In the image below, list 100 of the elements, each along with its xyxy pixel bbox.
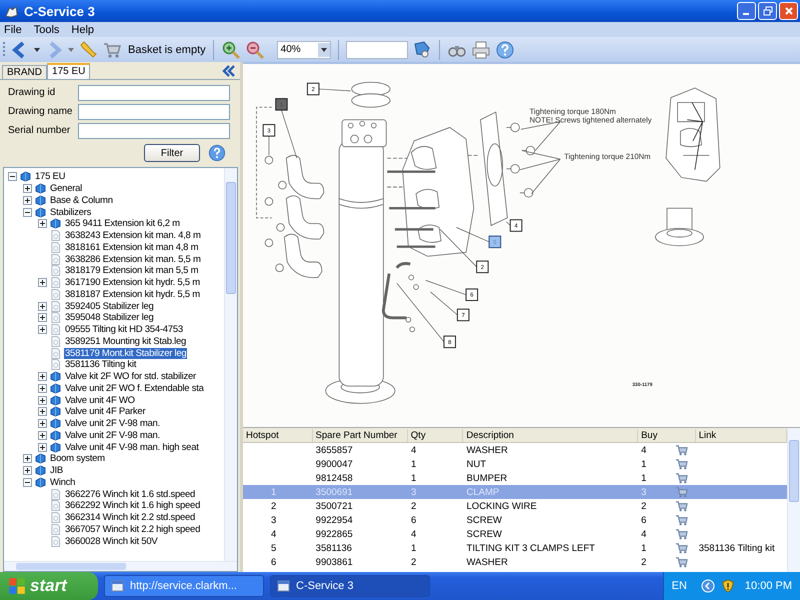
table-cell-text: 2 [410,500,418,512]
table-cell-text: WASHER [466,556,509,568]
table-cell-text: SCREW [466,514,503,526]
table-row[interactable]: 3 9922954 6 SCREW 6 [243,513,787,527]
tree-item[interactable]: Winch [49,476,76,488]
tree-item[interactable]: Base & Column [49,194,114,206]
table-cell-text: 3500691 [314,486,354,498]
table-cell-text: 9900047 [314,458,354,470]
tree-item[interactable]: 3638286 Extension kit man. 5,5 m [64,254,202,265]
tree-item[interactable]: 3592405 Stabilizer leg [64,300,155,312]
tree-item[interactable]: 3662276 Winch kit 1.6 std.speed [64,488,196,500]
table-cell-text: 4 [640,528,648,540]
table-cell-text: 4 [410,528,418,540]
field-label: Serial number [8,125,72,136]
table-cell: 5 [271,542,276,554]
clock: 10:00 PM [744,580,792,592]
tree-item[interactable]: 3662314 Winch kit 2.2 std.speed [64,512,196,524]
table-cell-text: 1 [640,458,648,470]
taskbar-button[interactable]: C-Service 3 [270,575,430,597]
table-cell-text: 3581136 [314,542,353,554]
tree-item[interactable]: Valve unit 2F WO f. Extendable sta [64,382,205,394]
table-cell-text: 9922865 [314,528,354,540]
column-header[interactable]: Qty [408,428,464,442]
tree-item[interactable]: 09555 Tilting kit HD 354-4753 [64,324,184,336]
tab[interactable]: BRAND [2,65,48,79]
table-row[interactable]: 3655857 4 WASHER 4 [243,443,787,457]
table-cell-text: 9903861 [314,556,354,568]
table-cell: 2 [271,500,276,512]
table-cell-text: WASHER [466,444,509,456]
tree-item[interactable]: 3617190 Extension kit hydr. 5,5 m [64,277,201,288]
tree-item[interactable]: 3589251 Mounting kit Stab.leg [64,336,188,347]
tree-item[interactable]: 3818179 Extension kit man 5,5 m [64,265,200,276]
table-cell-text: SCREW [466,528,503,540]
column-header[interactable]: Hotspot [243,428,312,442]
table-cell-text: NUT [466,458,488,470]
table-cell-text: 4 [410,444,418,456]
table-cell-text: 1 [640,472,648,484]
table-cell-text: 3 [410,486,418,498]
tab[interactable]: 175 EU [47,63,90,79]
tree-item[interactable]: Valve unit 2F V-98 man. [64,418,161,430]
tree-item[interactable]: 365 9411 Extension kit 6,2 m [64,218,181,230]
link[interactable]: 3581136 Tilting kit [698,542,775,554]
column-header[interactable]: Spare Part Number [312,428,408,442]
tree-item[interactable]: Valve kit 2F WO for std. stabilizer [64,371,197,382]
tree-item[interactable]: 3638243 Extension kit man. 4,8 m [64,230,202,242]
window-title: C-Service 3 [24,4,96,18]
table-cell-text: 1 [640,542,648,554]
tree-item[interactable]: 3818187 Extension kit hydr. 5,5 m [64,288,201,300]
tree-item[interactable]: Stabilizers [49,206,92,218]
tree-item[interactable]: 3595048 Stabilizer leg [64,312,155,324]
tree-item[interactable]: 3660028 Winch kit 50V [64,536,158,547]
table-cell: 4 [271,528,276,540]
annotation-text: Tightening torque 210Nm [564,152,651,162]
tree-item[interactable]: 3581179 Mont.kit Stabilizer leg [64,348,188,359]
table-cell-text: 2 [640,556,648,568]
tree-item[interactable]: Valve unit 4F WO [64,394,136,406]
column-header[interactable]: Buy [638,428,696,442]
tree-item[interactable]: Valve unit 4F V-98 man. high seat [64,442,200,453]
table-cell-text: 1 [410,472,418,484]
annotation-text: Tightening torque 180Nm [530,107,616,116]
filter-button[interactable]: Filter [144,144,200,162]
table-row[interactable]: 9812458 1 BUMPER 1 [243,471,787,485]
tree-item[interactable]: JIB [49,465,64,476]
table-cell-text: 1 [410,542,418,554]
tree-item[interactable]: Valve unit 4F Parker [64,406,146,418]
tree-item[interactable]: General [49,183,84,194]
table-row[interactable]: 9900047 1 NUT 1 [243,457,787,471]
column-header[interactable]: Description [463,428,638,442]
table-cell-text: 9922954 [314,514,354,526]
menu-item[interactable]: Help [71,24,94,36]
table-cell-text: 3500721 [314,500,354,512]
table-cell-text: LOCKING WIRE [466,500,538,512]
table-row[interactable]: 2 3500721 2 LOCKING WIRE 2 [243,499,787,513]
table-row[interactable]: 5 3581136 1 TILTING KIT 3 CLAMPS LEFT 1 3581136 Tilting kit [243,541,787,555]
tree-item[interactable]: 3667057 Winch kit 2.2 high speed [64,524,202,535]
table-row[interactable]: 4 9922865 4 SCREW 4 [243,527,787,541]
tree-item[interactable]: 3581136 Tilting kit [64,359,138,370]
table-cell-text: 3 [640,486,648,498]
tree-item[interactable]: 3662292 Winch kit 1.6 high speed [64,500,202,512]
field-label: Drawing id [8,87,56,98]
basket-status: Basket is empty [128,44,206,56]
table-cell: 6 [271,556,276,568]
field-label: Drawing name [8,106,74,117]
table-row[interactable]: 6 9903861 2 WASHER 2 [243,555,787,569]
tree-item[interactable]: 3818161 Extension kit man 4,8 m [64,242,200,253]
tree-item[interactable]: Boom system [49,453,106,464]
table-cell-text: TILTING KIT 3 CLAMPS LEFT [466,542,596,554]
zoom-dropdown[interactable]: 40% [276,40,331,58]
tree-item[interactable]: Valve unit 2F V-98 man. [64,430,161,441]
table-cell-text: 9812458 [314,472,354,484]
table-cell-text: CLAMP [466,486,500,498]
taskbar-button[interactable]: http://service.clarkm... [104,575,264,597]
menu-item[interactable]: File [4,24,22,36]
table-cell-text: 2 [640,500,648,512]
menu-item[interactable]: Tools [34,24,60,36]
table-cell-text: 6 [640,514,648,526]
table-cell: 1 [271,486,276,498]
tree-item[interactable]: 175 EU [34,171,66,182]
annotation-text: NOTE! Screws tightened alternately [530,116,652,125]
table-cell-text: BUMPER [466,472,508,484]
